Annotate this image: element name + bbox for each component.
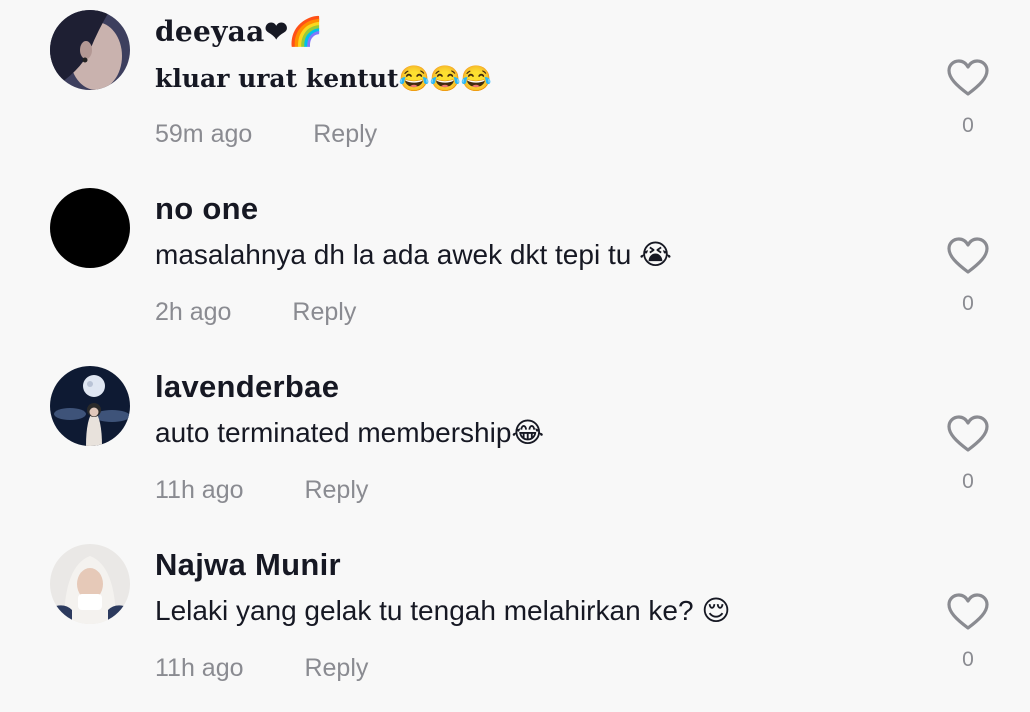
heart-outline-icon[interactable] — [946, 236, 990, 276]
comment-time: 59m ago — [155, 120, 253, 148]
reply-button[interactable]: Reply — [304, 476, 368, 504]
comment-meta: 59m ago Reply — [155, 120, 377, 149]
reply-button[interactable]: Reply — [313, 120, 377, 148]
comment-meta: 11h ago Reply — [155, 654, 368, 683]
heart-outline-icon[interactable] — [946, 592, 990, 632]
comment-meta: 11h ago Reply — [155, 476, 368, 505]
like-count: 0 — [962, 470, 974, 493]
like-count: 0 — [962, 648, 974, 671]
comment-meta: 2h ago Reply — [155, 298, 356, 327]
comment-username[interactable]: lavenderbae — [155, 369, 339, 405]
comment-username[interactable]: Najwa Munir — [155, 547, 341, 583]
like-count: 0 — [962, 114, 974, 137]
avatar[interactable] — [50, 188, 130, 268]
comment-text: masalahnya dh la ada awek dkt tepi tu 😭 — [155, 239, 672, 270]
reply-button[interactable]: Reply — [292, 298, 356, 326]
comment-username[interactable]: deeyaa❤🌈 — [155, 15, 324, 48]
reply-button[interactable]: Reply — [304, 654, 368, 682]
comment-username[interactable]: no one — [155, 191, 258, 227]
comment-time: 11h ago — [155, 654, 244, 682]
comment-time: 2h ago — [155, 298, 232, 326]
like-count: 0 — [962, 292, 974, 315]
heart-outline-icon[interactable] — [946, 58, 990, 98]
comment-item: deeyaa❤🌈 kluar urat kentut😂😂😂 59m ago Re… — [0, 0, 1030, 178]
comment-text: kluar urat kentut😂😂😂 — [155, 64, 492, 93]
heart-outline-icon[interactable] — [946, 414, 990, 454]
avatar[interactable] — [50, 10, 130, 90]
comment-time: 11h ago — [155, 476, 244, 504]
comment-text: auto terminated membership😂 — [155, 417, 545, 448]
comment-item: no one masalahnya dh la ada awek dkt tep… — [0, 178, 1030, 356]
comment-item: lavenderbae auto terminated membership😂 … — [0, 356, 1030, 534]
avatar[interactable] — [50, 366, 130, 446]
comment-item: Najwa Munir Lelaki yang gelak tu tengah … — [0, 534, 1030, 712]
comment-text: Lelaki yang gelak tu tengah melahirkan k… — [155, 595, 731, 626]
avatar[interactable] — [50, 544, 130, 624]
